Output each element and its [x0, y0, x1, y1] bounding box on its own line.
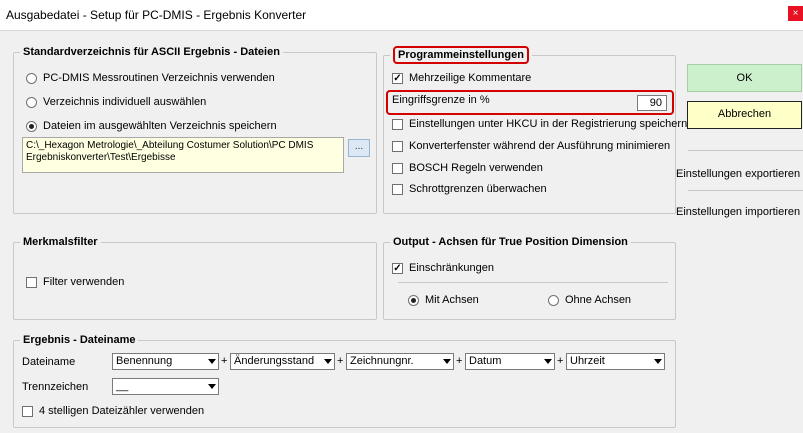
program-settings-legend-highlight: Programmeinstellungen	[393, 46, 529, 64]
plus-sign-3: +	[456, 355, 463, 367]
checkbox-hkcu[interactable]: Einstellungen unter HKCU in der Registri…	[392, 118, 687, 130]
checkbox-bosch[interactable]: BOSCH Regeln verwenden	[392, 162, 543, 174]
checkbox-scrap[interactable]: Schrottgrenzen überwachen	[392, 183, 547, 195]
radio-without-axes-indicator[interactable]	[548, 294, 559, 306]
chevron-down-icon[interactable]	[443, 359, 451, 364]
radio-routine-dir-indicator[interactable]	[26, 72, 37, 84]
export-settings-button[interactable]: Einstellungen exportieren	[676, 162, 803, 186]
radio-individual-dir[interactable]: Verzeichnis individuell auswählen	[26, 96, 206, 108]
radio-individual-dir-indicator[interactable]	[26, 96, 37, 108]
radio-selected-dir-label: Dateien im ausgewählten Verzeichnis spei…	[43, 120, 277, 132]
browse-button[interactable]: ...	[348, 139, 370, 157]
checkbox-hkcu-indicator[interactable]	[392, 118, 403, 130]
radio-with-axes-label: Mit Achsen	[425, 294, 479, 306]
radio-routine-dir-label: PC-DMIS Messroutinen Verzeichnis verwend…	[43, 72, 275, 84]
import-settings-button[interactable]: Einstellungen importieren	[676, 200, 803, 224]
filename-part-2-value: Änderungsstand	[234, 355, 315, 367]
checkbox-scrap-indicator[interactable]	[392, 183, 403, 195]
radio-with-axes-indicator[interactable]	[408, 294, 419, 306]
plus-sign-4: +	[557, 355, 564, 367]
checkbox-restrictions[interactable]: ✓ Einschränkungen	[392, 262, 494, 274]
filename-part-3-select[interactable]: Zeichnungnr.	[346, 353, 454, 370]
checkbox-file-counter-indicator[interactable]	[22, 405, 33, 417]
radio-routine-dir[interactable]: PC-DMIS Messroutinen Verzeichnis verwend…	[26, 72, 275, 84]
checkbox-multiline-indicator[interactable]: ✓	[392, 72, 403, 84]
chevron-down-icon[interactable]	[208, 384, 216, 389]
radio-selected-dir[interactable]: Dateien im ausgewählten Verzeichnis spei…	[26, 120, 277, 132]
button-separator-1	[688, 150, 803, 151]
standard-directory-legend: Standardverzeichnis für ASCII Ergebnis -…	[23, 46, 280, 58]
button-separator-2	[688, 190, 803, 191]
output-divider	[398, 282, 668, 283]
checkbox-multiline-label: Mehrzeilige Kommentare	[409, 72, 532, 84]
checkbox-use-filter-label: Filter verwenden	[43, 276, 125, 288]
filename-part-4-select[interactable]: Datum	[465, 353, 555, 370]
result-filename-legend: Ergebnis - Dateiname	[23, 334, 136, 346]
checkbox-hkcu-label: Einstellungen unter HKCU in der Registri…	[409, 118, 688, 130]
radio-selected-dir-indicator[interactable]	[26, 120, 37, 132]
path-field[interactable]: C:\_Hexagon Metrologie\_Abteilung Costum…	[22, 137, 344, 173]
checkbox-use-filter-indicator[interactable]	[26, 276, 37, 288]
close-icon[interactable]: ×	[788, 6, 803, 21]
checkbox-minimize-indicator[interactable]	[392, 140, 403, 152]
chevron-down-icon[interactable]	[324, 359, 332, 364]
filename-part-2-select[interactable]: Änderungsstand	[230, 353, 335, 370]
checkbox-file-counter-label: 4 stelligen Dateizähler verwenden	[39, 405, 205, 417]
checkbox-file-counter[interactable]: 4 stelligen Dateizähler verwenden	[22, 405, 204, 417]
filename-part-3-value: Zeichnungnr.	[350, 355, 414, 367]
output-axes-group: Output - Achsen für True Position Dimens…	[383, 236, 676, 320]
chevron-down-icon[interactable]	[654, 359, 662, 364]
limit-label: Eingriffsgrenze in %	[392, 94, 490, 106]
checkbox-minimize-label: Konverterfenster während der Ausführung …	[409, 140, 671, 152]
chevron-down-icon[interactable]	[544, 359, 552, 364]
window-title: Ausgabedatei - Setup für PC-DMIS - Ergeb…	[6, 8, 307, 22]
filename-label: Dateiname	[22, 356, 76, 368]
filename-part-4-value: Datum	[469, 355, 502, 367]
limit-input[interactable]: 90	[637, 95, 667, 111]
filename-part-1-value: Benennung	[116, 355, 173, 367]
plus-sign-2: +	[337, 355, 344, 367]
separator-value: __	[116, 380, 129, 392]
radio-individual-dir-label: Verzeichnis individuell auswählen	[43, 96, 207, 108]
chevron-down-icon[interactable]	[208, 359, 216, 364]
filename-part-5-select[interactable]: Uhrzeit	[566, 353, 665, 370]
program-settings-legend: Programmeinstellungen	[390, 46, 532, 64]
radio-without-axes[interactable]: Ohne Achsen	[548, 294, 631, 306]
output-axes-legend: Output - Achsen für True Position Dimens…	[393, 236, 628, 248]
ok-button[interactable]: OK	[687, 64, 802, 92]
filename-part-1-select[interactable]: Benennung	[112, 353, 219, 370]
radio-with-axes[interactable]: Mit Achsen	[408, 294, 479, 306]
checkbox-minimize[interactable]: Konverterfenster während der Ausführung …	[392, 140, 670, 152]
radio-without-axes-label: Ohne Achsen	[565, 294, 632, 306]
path-line-2: Ergebniskonverter\Test\Ergebisse	[26, 152, 176, 163]
checkbox-multiline[interactable]: ✓ Mehrzeilige Kommentare	[392, 72, 531, 84]
filename-part-5-value: Uhrzeit	[570, 355, 605, 367]
checkbox-use-filter[interactable]: Filter verwenden	[26, 276, 124, 288]
checkbox-scrap-label: Schrottgrenzen überwachen	[409, 183, 547, 195]
checkbox-bosch-label: BOSCH Regeln verwenden	[409, 162, 543, 174]
title-bar: Ausgabedatei - Setup für PC-DMIS - Ergeb…	[0, 0, 803, 31]
feature-filter-legend: Merkmalsfilter	[23, 236, 98, 248]
separator-label: Trennzeichen	[22, 381, 89, 393]
checkbox-restrictions-indicator[interactable]: ✓	[392, 262, 403, 274]
path-line-1: C:\_Hexagon Metrologie\_Abteilung Costum…	[26, 140, 314, 151]
cancel-button[interactable]: Abbrechen	[687, 101, 802, 129]
separator-select[interactable]: __	[112, 378, 219, 395]
plus-sign-1: +	[221, 355, 228, 367]
checkbox-restrictions-label: Einschränkungen	[409, 262, 495, 274]
checkbox-bosch-indicator[interactable]	[392, 162, 403, 174]
